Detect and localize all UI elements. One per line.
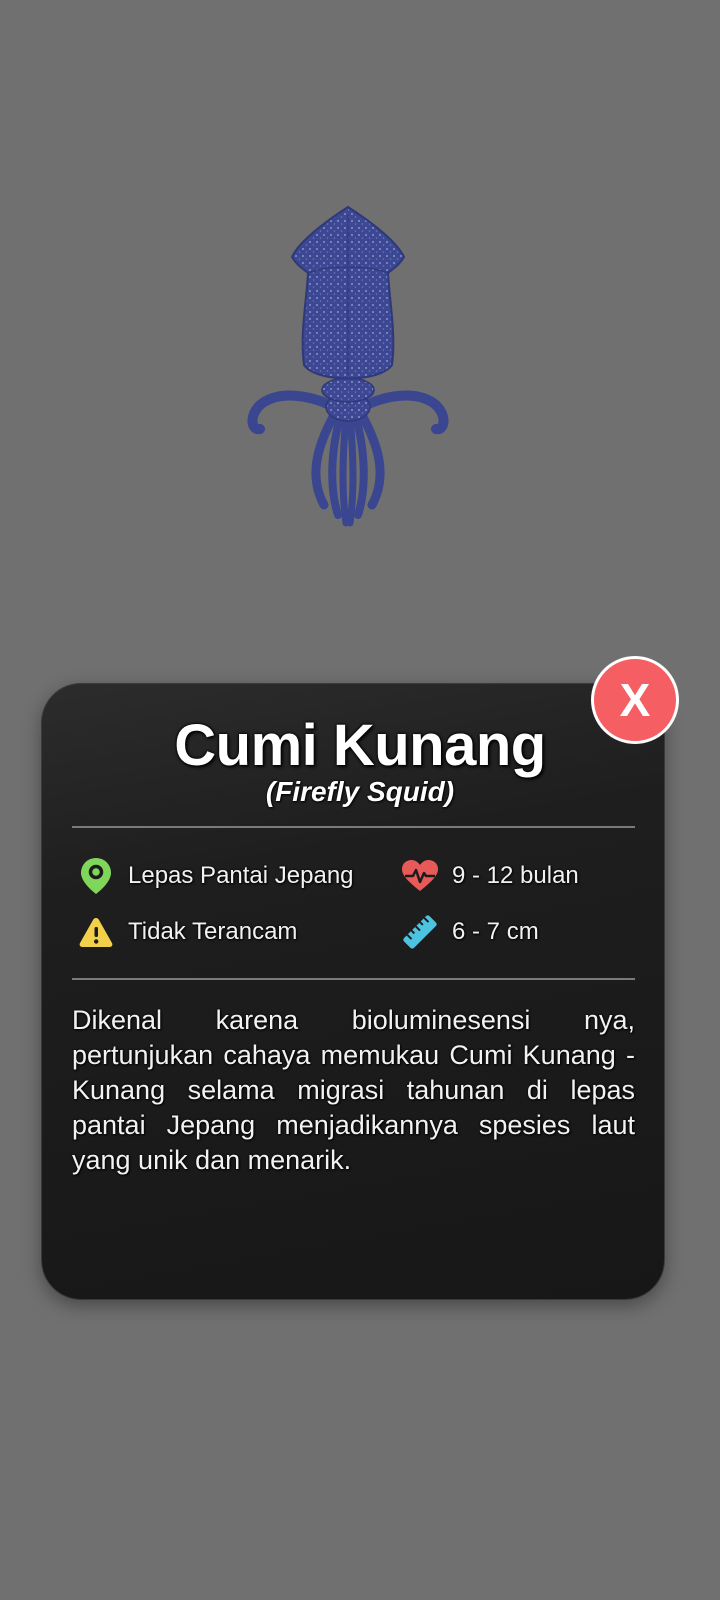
species-description: Dikenal karena bioluminesensi nya, pertu… xyxy=(72,1005,635,1175)
lifespan-label: 9 - 12 bulan xyxy=(452,862,579,889)
info-size: 6 - 7 cm xyxy=(400,912,539,952)
ruler-icon xyxy=(400,912,440,952)
warning-icon xyxy=(76,912,116,952)
info-status: Tidak Terancam xyxy=(76,912,297,952)
species-name: Cumi Kunang xyxy=(174,713,546,778)
squid-illustration xyxy=(238,205,458,535)
divider-bottom xyxy=(72,978,635,980)
location-pin-icon xyxy=(76,856,116,896)
size-label: 6 - 7 cm xyxy=(452,918,539,945)
info-habitat: Lepas Pantai Jepang xyxy=(76,856,354,896)
heart-pulse-icon xyxy=(400,856,440,896)
status-label: Tidak Terancam xyxy=(128,918,298,945)
habitat-label: Lepas Pantai Jepang xyxy=(128,862,354,889)
info-lifespan: 9 - 12 bulan xyxy=(400,856,579,896)
species-common-name: (Firefly Squid) xyxy=(265,776,455,807)
divider-top xyxy=(72,826,635,828)
